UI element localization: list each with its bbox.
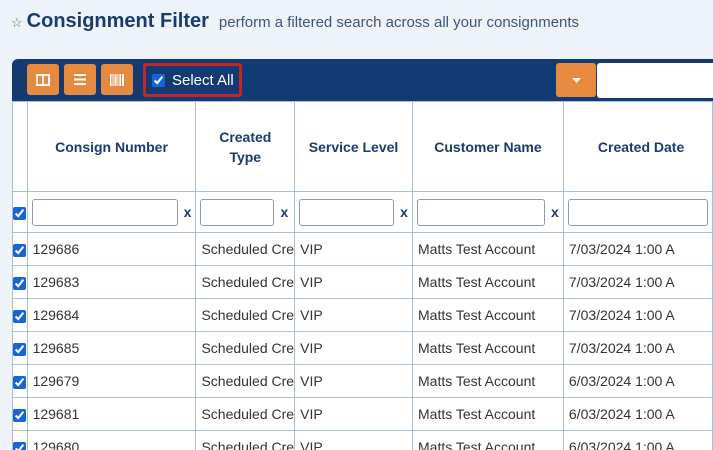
cell-customer-name: Matts Test Account <box>412 364 564 398</box>
cell-service-level: VIP <box>294 430 413 450</box>
cell-created-date: 6/03/2024 1:00 A <box>562 430 713 450</box>
row-checkbox[interactable] <box>13 441 27 450</box>
list-view-button[interactable] <box>64 64 96 95</box>
cell-customer-name: Matts Test Account <box>412 331 564 365</box>
cell-created-type: Scheduled Cre <box>195 298 296 332</box>
column-header-created-date[interactable]: Created Date <box>562 101 713 192</box>
page-title: Consignment Filter <box>26 10 209 32</box>
table-row[interactable]: 129686 Scheduled Cre VIP Matts Test Account… <box>12 232 713 266</box>
filter-select-cell <box>12 191 28 233</box>
cell-consign-number: 129685 <box>26 331 197 365</box>
row-select-cell <box>12 232 28 266</box>
table-row[interactable]: 129684 Scheduled Cre VIP Matts Test Account… <box>12 298 713 332</box>
cell-created-type: Scheduled Cre <box>195 331 296 365</box>
row-select-cell <box>12 397 28 431</box>
filter-cell <box>562 191 713 233</box>
columns-icon <box>36 73 50 86</box>
select-all-checkbox[interactable] <box>152 73 165 87</box>
cell-consign-number: 129681 <box>26 397 197 431</box>
column-header-created-type[interactable]: Created Type <box>195 101 296 192</box>
row-select-cell <box>12 331 28 365</box>
toolbar-search-input[interactable] <box>597 63 713 98</box>
list-icon <box>74 74 86 85</box>
cell-created-date: 6/03/2024 1:00 A <box>562 364 713 398</box>
barcode-button[interactable] <box>101 64 133 95</box>
filter-cell: x <box>294 191 413 233</box>
grid-toolbar: Select All <box>12 59 713 101</box>
cell-service-level: VIP <box>294 364 413 398</box>
clear-filter-button[interactable]: x <box>551 204 559 220</box>
row-select-cell <box>12 265 28 299</box>
cell-created-type: Scheduled Cre <box>195 265 296 299</box>
select-column-header <box>12 101 28 192</box>
row-checkbox[interactable] <box>13 243 27 257</box>
star-icon[interactable]: ☆ <box>11 15 23 31</box>
cell-service-level: VIP <box>294 331 413 365</box>
cell-service-level: VIP <box>294 232 413 266</box>
cell-service-level: VIP <box>294 397 413 431</box>
caret-down-icon <box>571 77 581 83</box>
consignment-grid-panel: Select All Consign Number Created Type S… <box>12 59 713 450</box>
select-all-toggle[interactable]: Select All <box>143 63 242 97</box>
clear-filter-button[interactable]: x <box>280 204 288 220</box>
table-row[interactable]: 129683 Scheduled Cre VIP Matts Test Account… <box>12 265 713 299</box>
header-row: Consign Number Created Type Service Leve… <box>12 101 713 192</box>
select-all-label: Select All <box>172 71 234 89</box>
clear-filter-button[interactable]: x <box>400 204 408 220</box>
filter-row: x x x x <box>12 191 713 233</box>
cell-customer-name: Matts Test Account <box>412 298 564 332</box>
filter-cell: x <box>195 191 296 233</box>
header-select-checkbox[interactable] <box>13 206 27 220</box>
row-select-cell <box>12 430 28 450</box>
page-header: ☆ Consignment Filter perform a filtered … <box>11 10 579 40</box>
column-header-service-level[interactable]: Service Level <box>294 101 413 192</box>
cell-created-date: 7/03/2024 1:00 A <box>562 298 713 332</box>
page-subtitle: perform a filtered search across all you… <box>218 14 580 31</box>
cell-consign-number: 129680 <box>26 430 197 450</box>
cell-customer-name: Matts Test Account <box>412 265 564 299</box>
row-checkbox[interactable] <box>13 342 27 356</box>
filter-input-customer-name[interactable] <box>417 198 545 226</box>
table-row[interactable]: 129679 Scheduled Cre VIP Matts Test Account… <box>12 364 713 398</box>
filter-cell: x <box>412 191 564 233</box>
cell-customer-name: Matts Test Account <box>412 232 564 266</box>
cell-consign-number: 129683 <box>26 265 197 299</box>
row-checkbox[interactable] <box>13 375 27 389</box>
cell-consign-number: 129679 <box>26 364 197 398</box>
cell-created-date: 6/03/2024 1:00 A <box>562 397 713 431</box>
cell-created-date: 7/03/2024 1:00 A <box>562 265 713 299</box>
cell-customer-name: Matts Test Account <box>412 430 564 450</box>
cell-created-type: Scheduled Cre <box>195 430 296 450</box>
cell-created-date: 7/03/2024 1:00 A <box>562 232 713 266</box>
row-checkbox[interactable] <box>13 408 27 422</box>
cell-consign-number: 129686 <box>26 232 197 266</box>
row-select-cell <box>12 364 28 398</box>
column-header-consign-number[interactable]: Consign Number <box>26 101 197 192</box>
filter-input-service-level[interactable] <box>299 198 395 226</box>
row-select-cell <box>12 298 28 332</box>
cell-created-date: 7/03/2024 1:00 A <box>562 331 713 365</box>
row-checkbox[interactable] <box>13 276 27 290</box>
cell-service-level: VIP <box>294 298 413 332</box>
column-header-customer-name[interactable]: Customer Name <box>412 101 564 192</box>
cell-created-type: Scheduled Cre <box>195 397 296 431</box>
filter-input-created-type[interactable] <box>200 198 275 226</box>
table-row[interactable]: 129680 Scheduled Cre VIP Matts Test Account… <box>12 430 713 450</box>
dropdown-button[interactable] <box>556 63 596 97</box>
filter-cell: x <box>26 191 197 233</box>
cell-service-level: VIP <box>294 265 413 299</box>
consignment-table: Consign Number Created Type Service Leve… <box>12 101 713 450</box>
filter-input-created-date[interactable] <box>567 198 708 226</box>
cell-customer-name: Matts Test Account <box>412 397 564 431</box>
barcode-icon <box>110 73 124 86</box>
table-row[interactable]: 129681 Scheduled Cre VIP Matts Test Account… <box>12 397 713 431</box>
cell-created-type: Scheduled Cre <box>195 364 296 398</box>
columns-button[interactable] <box>27 64 59 95</box>
cell-consign-number: 129684 <box>26 298 197 332</box>
clear-filter-button[interactable]: x <box>184 204 192 220</box>
table-row[interactable]: 129685 Scheduled Cre VIP Matts Test Account… <box>12 331 713 365</box>
row-checkbox[interactable] <box>13 309 27 323</box>
cell-created-type: Scheduled Cre <box>195 232 296 266</box>
filter-input-consign-number[interactable] <box>31 198 178 226</box>
